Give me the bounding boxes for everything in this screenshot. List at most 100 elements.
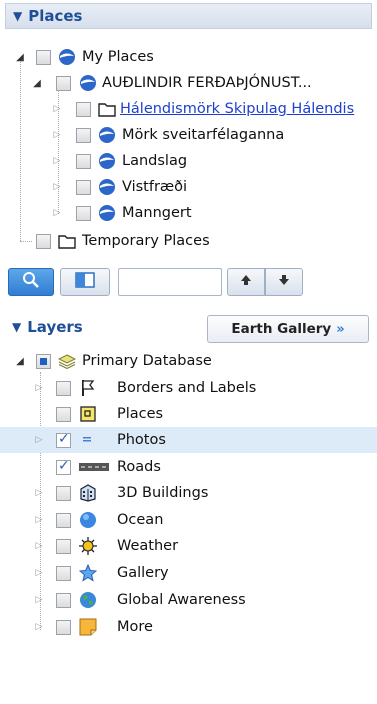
expand-arrow-icon[interactable]: ◢ xyxy=(32,78,42,89)
checkbox[interactable] xyxy=(36,49,51,65)
expand-arrow-icon[interactable]: ▷ xyxy=(34,383,44,393)
arrow-down-icon xyxy=(278,274,290,290)
expand-arrow-icon[interactable]: ▷ xyxy=(34,488,44,498)
tree-label: AUÐLINDIR FERÐAÞJÓNUST... xyxy=(102,75,312,91)
checkbox[interactable] xyxy=(76,205,91,221)
chevron-right-icon: » xyxy=(336,321,345,337)
tree-label: Manngert xyxy=(122,205,192,221)
checkbox[interactable] xyxy=(76,101,91,117)
layer-label: Primary Database xyxy=(82,353,212,369)
building-icon xyxy=(79,484,97,502)
expand-arrow-icon[interactable]: ▷ xyxy=(52,156,62,166)
layer-row-ocean[interactable]: ▷ Ocean xyxy=(0,507,377,533)
layers-panel-title: Layers xyxy=(27,318,83,336)
my-places-globe-icon xyxy=(58,48,76,66)
tree-label: Vistfræði xyxy=(122,179,188,195)
expand-arrow-icon[interactable]: ▷ xyxy=(52,208,62,218)
checkbox[interactable] xyxy=(56,592,71,608)
tree-row-audlindir[interactable]: ◢ AUÐLINDIR FERÐAÞJÓNUST... xyxy=(0,70,377,96)
layer-row-global-awareness[interactable]: ▷ Global Awareness xyxy=(0,587,377,613)
layer-label: Gallery xyxy=(117,565,169,581)
expand-arrow-icon[interactable]: ▷ xyxy=(34,622,44,632)
flag-icon xyxy=(79,379,97,397)
tree-row-landslag[interactable]: ▷ Landslag xyxy=(0,148,377,174)
checkbox[interactable] xyxy=(56,565,71,581)
layers-stack-icon xyxy=(58,352,76,370)
layer-label: 3D Buildings xyxy=(117,485,209,501)
checkbox[interactable] xyxy=(56,619,71,635)
star-icon xyxy=(79,564,97,582)
expand-arrow-icon[interactable]: ▷ xyxy=(34,541,44,551)
expand-arrow-icon[interactable]: ▷ xyxy=(34,435,44,445)
checkbox[interactable] xyxy=(56,512,71,528)
split-panel-icon xyxy=(75,272,95,292)
expand-arrow-icon[interactable]: ◢ xyxy=(15,356,25,367)
layer-row-gallery[interactable]: ▷ Gallery xyxy=(0,560,377,586)
places-panel-title: Places xyxy=(28,7,83,25)
tree-label: Mörk sveitarfélaganna xyxy=(122,127,285,143)
checkbox[interactable] xyxy=(76,179,91,195)
note-icon xyxy=(79,618,97,636)
checkbox[interactable] xyxy=(56,485,71,501)
folder-icon xyxy=(58,232,76,250)
earth-gallery-label: Earth Gallery xyxy=(231,321,332,337)
move-down-button[interactable] xyxy=(265,268,303,296)
collapse-triangle-icon[interactable]: ▼ xyxy=(12,320,21,334)
expand-arrow-icon[interactable]: ▷ xyxy=(34,568,44,578)
layer-row-roads[interactable]: Roads xyxy=(0,454,377,480)
layer-label: Borders and Labels xyxy=(117,380,257,396)
tree-row-halendismork[interactable]: ▷ Hálendismörk Skipulag Hálendis xyxy=(0,96,377,122)
checkbox[interactable] xyxy=(76,127,91,143)
expand-arrow-icon[interactable]: ▷ xyxy=(52,130,62,140)
layer-label: Roads xyxy=(117,459,161,475)
tree-row-my-places[interactable]: ◢ My Places xyxy=(0,44,377,70)
layer-label: More xyxy=(117,619,153,635)
layer-row-places[interactable]: Places xyxy=(0,401,377,427)
layer-row-more[interactable]: ▷ More xyxy=(0,614,377,640)
magnifier-icon xyxy=(22,271,40,293)
tree-link[interactable]: Hálendismörk Skipulag Hálendis xyxy=(120,101,354,117)
globe-icon xyxy=(98,204,116,222)
expand-arrow-icon[interactable]: ▷ xyxy=(34,515,44,525)
layer-row-primary-database[interactable]: ◢ Primary Database xyxy=(0,348,377,374)
checkbox[interactable] xyxy=(56,75,71,91)
checkbox[interactable] xyxy=(36,233,51,249)
tree-row-mork[interactable]: ▷ Mörk sveitarfélaganna xyxy=(0,122,377,148)
move-up-button[interactable] xyxy=(227,268,265,296)
places-panel-header[interactable]: ▼ Places xyxy=(5,3,372,29)
checkbox[interactable] xyxy=(36,353,51,369)
places-square-icon xyxy=(79,405,97,423)
sun-icon xyxy=(79,537,97,555)
tree-label: Temporary Places xyxy=(82,233,210,249)
layer-label: Photos xyxy=(117,432,166,448)
checkbox[interactable] xyxy=(56,406,71,422)
expand-arrow-icon[interactable]: ◢ xyxy=(15,52,25,63)
folder-icon xyxy=(98,100,116,118)
checkbox[interactable] xyxy=(56,538,71,554)
tree-row-manngert[interactable]: ▷ Manngert xyxy=(0,200,377,226)
expand-arrow-icon[interactable]: ▷ xyxy=(34,595,44,605)
checkbox[interactable] xyxy=(76,153,91,169)
tree-row-temporary-places[interactable]: Temporary Places xyxy=(0,228,377,254)
layer-label: Places xyxy=(117,406,164,422)
layer-row-3d-buildings[interactable]: ▷ 3D Buildings xyxy=(0,480,377,506)
globe-icon xyxy=(98,126,116,144)
panel-toggle-button[interactable] xyxy=(60,268,110,296)
places-search-input[interactable] xyxy=(118,268,222,296)
layer-row-borders-and-labels[interactable]: ▷ Borders and Labels xyxy=(0,375,377,401)
globe-icon xyxy=(98,178,116,196)
tree-row-vistfraedi[interactable]: ▷ Vistfræði xyxy=(0,174,377,200)
search-toggle-button[interactable] xyxy=(8,268,54,296)
layer-label: Global Awareness xyxy=(117,592,246,608)
earth-gallery-button[interactable]: Earth Gallery » xyxy=(207,315,369,343)
globe-icon xyxy=(98,152,116,170)
checkbox[interactable] xyxy=(56,380,71,396)
layer-row-photos[interactable]: ▷ Photos xyxy=(0,427,377,453)
collapse-triangle-icon[interactable]: ▼ xyxy=(13,9,22,23)
ocean-globe-icon xyxy=(79,511,97,529)
checkbox[interactable] xyxy=(56,431,71,448)
expand-arrow-icon[interactable]: ▷ xyxy=(52,182,62,192)
expand-arrow-icon[interactable]: ▷ xyxy=(52,104,62,114)
layer-row-weather[interactable]: ▷ Weather xyxy=(0,533,377,559)
checkbox[interactable] xyxy=(56,458,71,475)
